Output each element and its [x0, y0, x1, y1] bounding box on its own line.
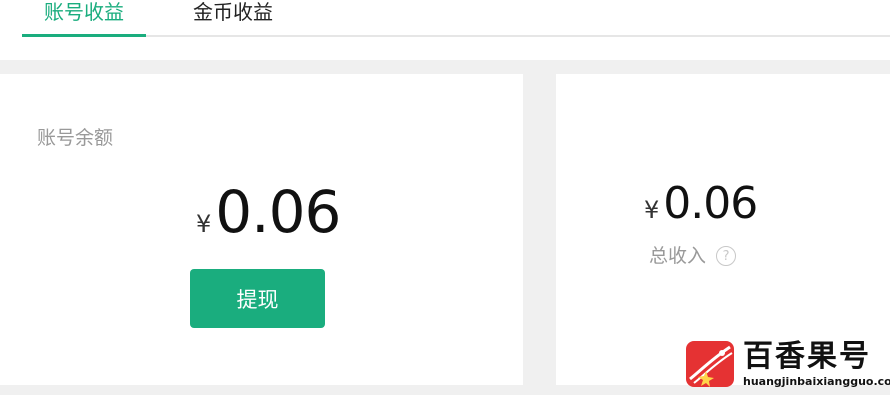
watermark-url: huangjinbaixiangguo.com	[743, 375, 890, 388]
total-income-amount: ¥0.06	[644, 178, 758, 230]
tab-bar: 账号收益 金币收益	[0, 0, 890, 60]
tab-account-earnings[interactable]: 账号收益	[22, 0, 146, 36]
account-balance-label: 账号余额	[37, 127, 114, 149]
currency-symbol: ¥	[196, 210, 212, 238]
currency-symbol: ¥	[644, 196, 660, 224]
watermark-logo-icon	[686, 341, 734, 387]
active-tab-indicator	[22, 34, 146, 37]
balance-value: 0.06	[215, 178, 341, 246]
withdraw-button[interactable]: 提现	[190, 269, 325, 328]
tab-bar-divider	[146, 35, 890, 37]
earnings-page: 账号收益 金币收益 账号余额 ¥0.06 提现 ¥0.06 总收入 ? 百香果号…	[0, 0, 890, 395]
account-balance-card: 账号余额 ¥0.06 提现	[0, 74, 523, 385]
help-icon[interactable]: ?	[716, 246, 737, 266]
watermark: 百香果号 huangjinbaixiangguo.com	[686, 339, 890, 388]
total-income-label-row: 总收入 ?	[649, 244, 737, 268]
total-income-value: 0.06	[663, 178, 758, 229]
watermark-title: 百香果号	[743, 339, 871, 374]
tab-coin-earnings[interactable]: 金币收益	[178, 0, 288, 36]
account-balance-amount: ¥0.06	[196, 178, 341, 246]
total-income-label: 总收入	[649, 245, 707, 267]
